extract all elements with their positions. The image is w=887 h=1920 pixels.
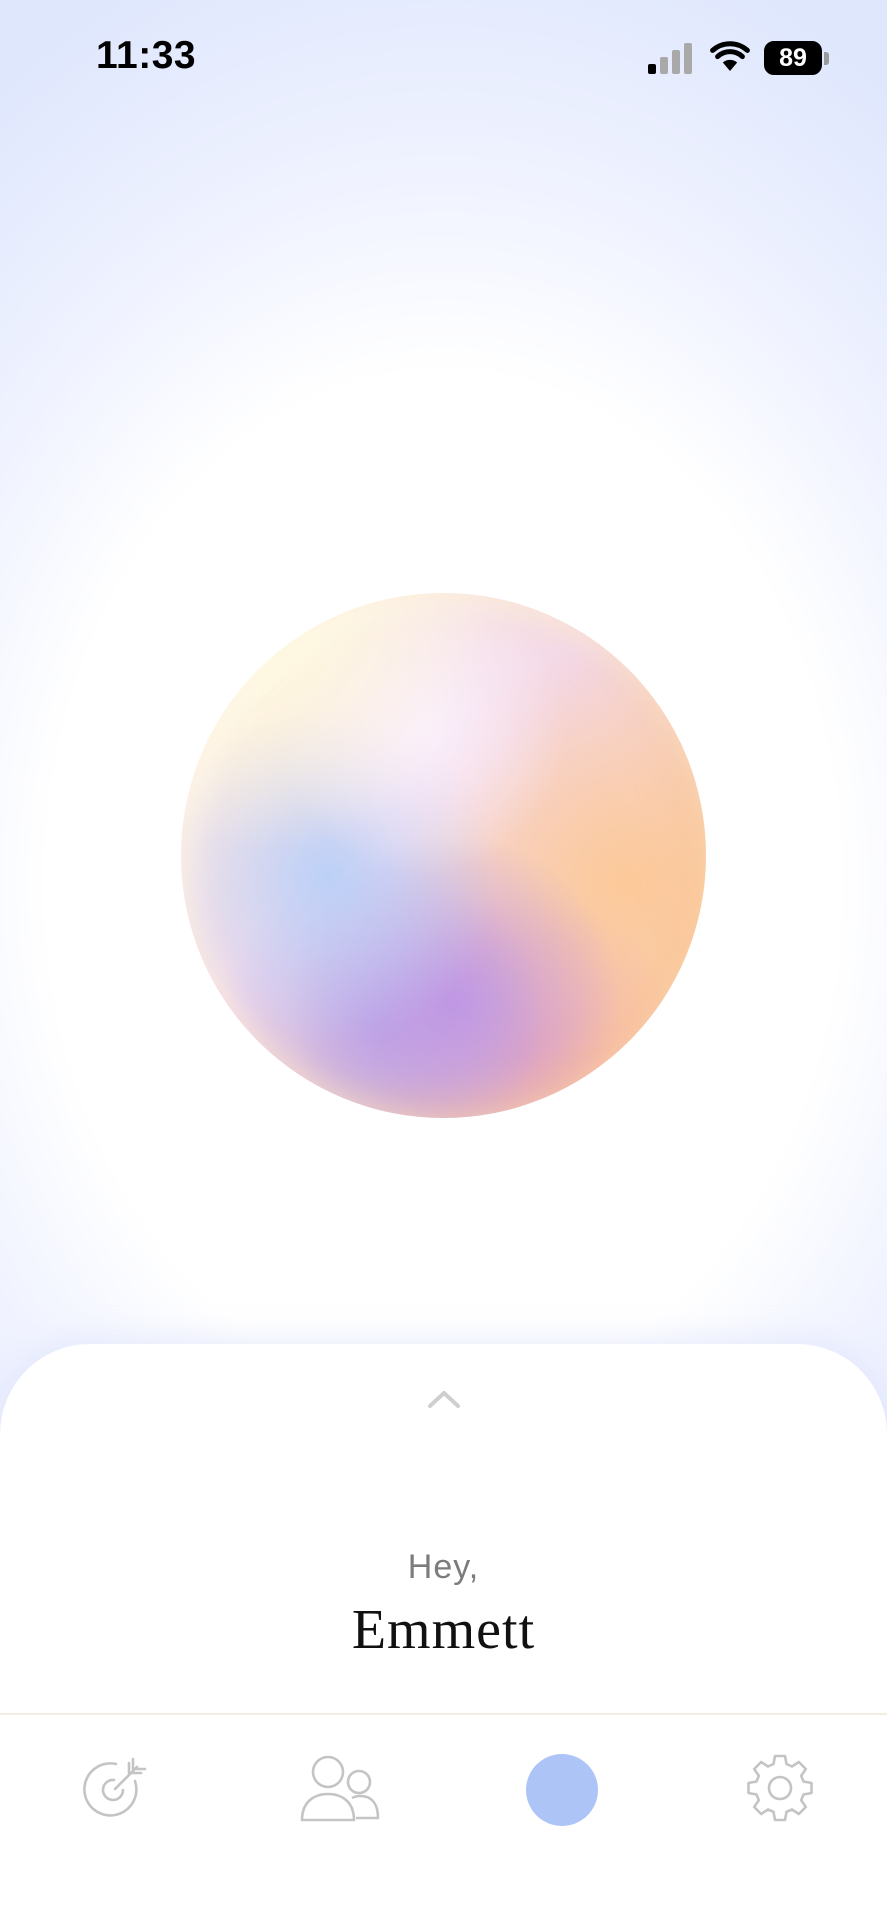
user-name: Emmett [351,1599,536,1661]
home-screen: 11:33 89 Hey, Emmett [0,0,887,1920]
wifi-icon [710,41,750,71]
gear-icon [747,1754,813,1822]
battery-nub [824,52,829,65]
greeting-text: Hey, [407,1548,480,1586]
tab-goals[interactable] [69,1745,159,1835]
status-bar: 11:33 89 [0,0,887,120]
signal-icon [648,43,692,74]
tab-home[interactable] [517,1745,607,1835]
chevron-up-icon[interactable] [427,1389,461,1409]
people-icon [300,1755,380,1822]
battery-body: 89 [764,41,822,75]
ai-orb[interactable] [181,593,706,1118]
status-time: 11:33 [96,34,197,77]
home-orb-icon [526,1754,598,1826]
goal-icon [83,1757,147,1817]
battery-level: 89 [779,44,807,72]
tab-people[interactable] [295,1745,385,1835]
battery-icon: 89 [764,41,829,77]
tab-settings[interactable] [735,1745,825,1835]
